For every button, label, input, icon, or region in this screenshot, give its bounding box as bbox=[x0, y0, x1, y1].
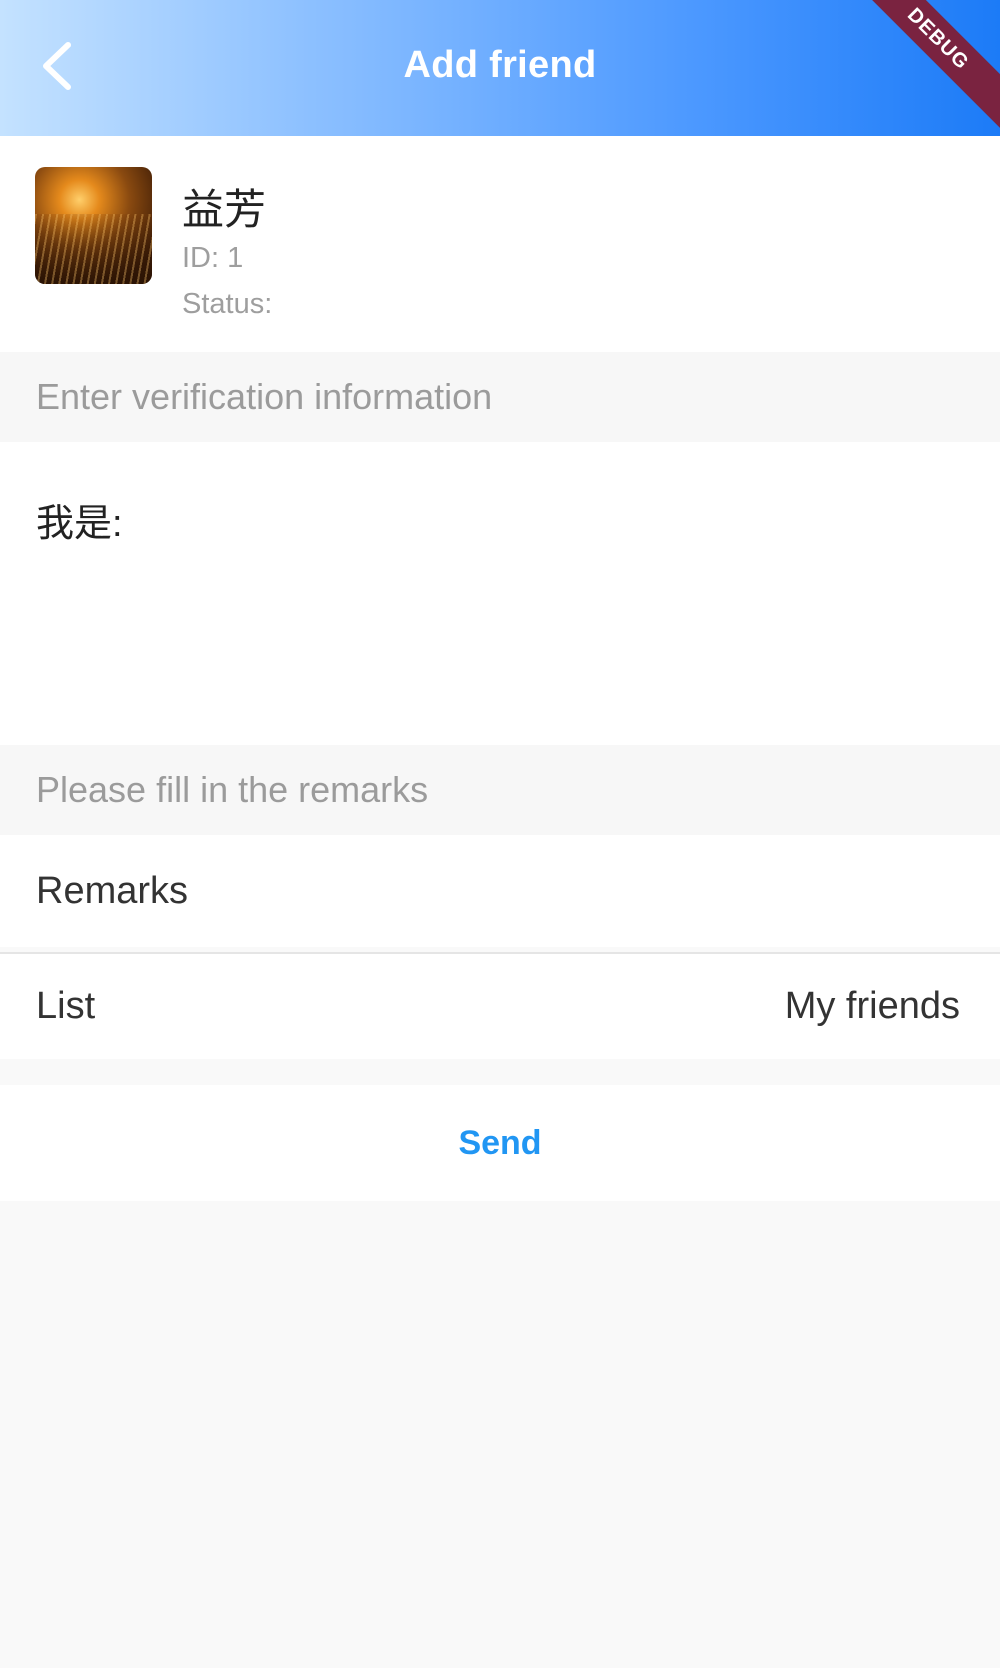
verification-input[interactable] bbox=[36, 498, 956, 541]
friend-profile-card: 益芳 ID: 1 Status: bbox=[0, 136, 1000, 352]
verification-field[interactable] bbox=[0, 442, 1000, 745]
remarks-field[interactable]: Remarks bbox=[0, 835, 1000, 947]
avatar bbox=[35, 167, 152, 284]
friend-id: ID: 1 bbox=[182, 242, 244, 274]
remarks-section-label: Please fill in the remarks bbox=[0, 745, 1000, 835]
app-bar: Add friend DEBUG bbox=[0, 0, 1000, 136]
send-label: Send bbox=[458, 1123, 542, 1162]
avatar-photo bbox=[35, 214, 152, 284]
page-title: Add friend bbox=[403, 44, 597, 86]
friend-status: Status: bbox=[182, 288, 273, 320]
verification-section-label: Enter verification information bbox=[0, 352, 1000, 442]
friend-name: 益芳 bbox=[182, 186, 267, 233]
list-selector[interactable]: List My friends bbox=[0, 954, 1000, 1059]
remarks-label: Remarks bbox=[36, 869, 189, 912]
list-value: My friends bbox=[784, 985, 960, 1027]
send-button[interactable]: Send bbox=[0, 1085, 1000, 1201]
list-label: List bbox=[36, 985, 96, 1027]
